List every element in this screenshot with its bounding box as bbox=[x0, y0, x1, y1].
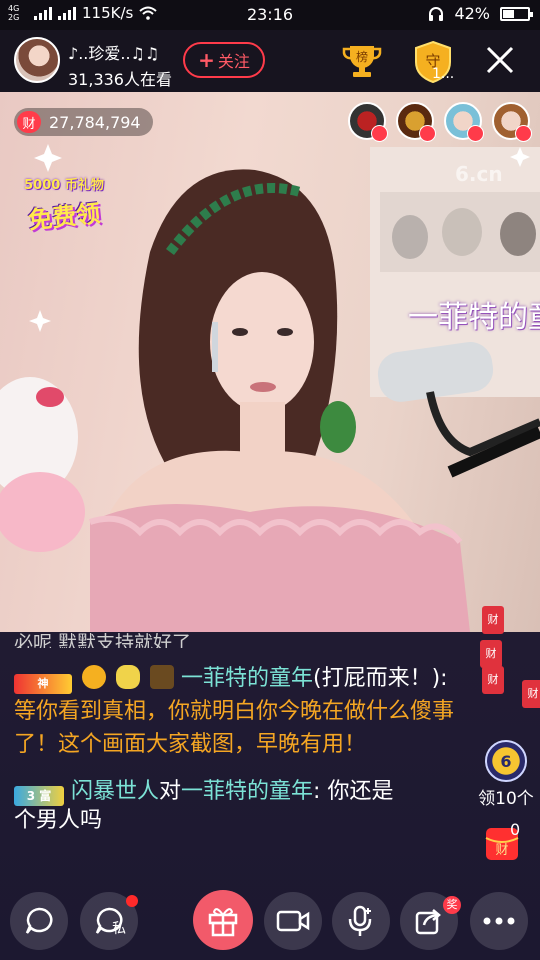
rank-trophy-icon[interactable]: 榜 bbox=[342, 42, 382, 80]
fan-avatar[interactable] bbox=[444, 102, 484, 142]
chat-target-name[interactable]: 一菲特的童年 bbox=[181, 779, 313, 804]
chat-message: 神 一菲特的童年(打屁而来！): 等你看到真相，你就明白你今晚在做什么傻事了！这… bbox=[14, 662, 454, 761]
status-right: 42% bbox=[428, 4, 533, 23]
plus-icon: + bbox=[198, 48, 215, 72]
chat-sender-suffix: (打屁而来！): bbox=[313, 666, 448, 691]
room-header: ♪..珍爱..♫♫ 31,336人在看 + 关注 榜 守 1... bbox=[0, 30, 540, 92]
wealth-counter[interactable]: 财 27,784,794 bbox=[14, 108, 153, 136]
camera-icon bbox=[276, 910, 310, 932]
follow-label: 关注 bbox=[217, 52, 250, 71]
chat-sender-name[interactable]: 闪暴世人 bbox=[71, 779, 159, 804]
status-bar: 4G 2G 115K/s 23:16 42% bbox=[0, 0, 540, 30]
notification-dot bbox=[126, 895, 138, 907]
chat-message: 3 富 闪暴世人对一菲特的童年: 你还是 bbox=[14, 775, 454, 808]
more-button[interactable] bbox=[470, 892, 528, 950]
scrolling-banner-text: 一菲特的童 bbox=[408, 300, 540, 335]
watermark-logo: 6.cn bbox=[455, 162, 503, 186]
battery-icon bbox=[500, 6, 533, 21]
redpack-label: 财 bbox=[495, 843, 508, 858]
chat-message-partial: 个男人吗 bbox=[14, 808, 103, 830]
close-icon[interactable] bbox=[484, 44, 516, 76]
floating-redpack[interactable]: 财 bbox=[482, 606, 504, 634]
viewer-count: 31,336人在看 bbox=[68, 70, 172, 89]
rank-label: 榜 bbox=[356, 49, 368, 64]
crown-icon bbox=[371, 125, 388, 142]
gift-button[interactable] bbox=[193, 890, 253, 950]
chat-sender-name[interactable]: 一菲特的童年 bbox=[181, 666, 313, 691]
level-badge-icon bbox=[150, 665, 174, 689]
chat-bubble-icon bbox=[25, 907, 53, 934]
receive-gift-button[interactable]: 6 领10个 bbox=[476, 740, 536, 809]
live-video[interactable]: 财 27,784,794 5000 币礼物 免费领 6.cn 一菲特的童 bbox=[0, 92, 540, 632]
fan-avatar[interactable] bbox=[396, 102, 436, 142]
headset-icon bbox=[429, 6, 444, 21]
wealth-value: 27,784,794 bbox=[49, 112, 141, 132]
host-avatar[interactable] bbox=[14, 37, 60, 83]
private-label: 私 bbox=[112, 921, 126, 937]
gift-icon bbox=[208, 908, 238, 937]
wealth-level-badge: 3 富 bbox=[14, 786, 64, 806]
floating-redpack[interactable]: 财 bbox=[522, 680, 540, 708]
follow-button[interactable]: + 关注 bbox=[183, 42, 265, 78]
top-fans bbox=[348, 102, 532, 142]
crown-icon bbox=[515, 125, 532, 142]
star-badge-icon bbox=[82, 665, 106, 689]
mic-button[interactable] bbox=[332, 892, 390, 950]
crown-icon bbox=[419, 125, 436, 142]
chat-list: 必呢 默默支持就好了 神 一菲特的童年(打屁而来！): 等你看到真相，你就明白你… bbox=[14, 632, 454, 830]
promo-top-text: 5000 币礼物 bbox=[24, 178, 104, 193]
guard-badge-icon bbox=[116, 665, 140, 689]
battery-percent: 42% bbox=[454, 4, 490, 23]
crown-icon bbox=[467, 125, 484, 142]
chat-text: 等你看到真相，你就明白你今晚在做什么傻事了！这个画面大家截图，早晚有用！ bbox=[14, 699, 455, 757]
chat-connector: 对 bbox=[159, 779, 182, 804]
free-gift-promo[interactable]: 5000 币礼物 免费领 bbox=[18, 174, 110, 238]
more-icon bbox=[483, 917, 515, 925]
wealth-icon: 财 bbox=[17, 111, 41, 133]
receive-label: 领10个 bbox=[478, 789, 534, 809]
video-button[interactable] bbox=[264, 892, 322, 950]
microphone-icon bbox=[348, 905, 372, 936]
promo-main-text: 免费领 bbox=[26, 199, 102, 235]
coin-icon: 6 bbox=[485, 740, 527, 782]
fan-avatar[interactable] bbox=[492, 102, 532, 142]
host-name[interactable]: ♪..珍爱..♫♫ bbox=[68, 40, 159, 64]
fan-avatar[interactable] bbox=[348, 102, 388, 142]
noble-badge: 神 bbox=[14, 674, 72, 694]
battery-fill bbox=[503, 9, 514, 18]
chat-button[interactable] bbox=[10, 892, 68, 950]
guard-count: 1... bbox=[432, 66, 455, 82]
share-icon bbox=[415, 909, 441, 935]
floating-redpack[interactable]: 财 bbox=[480, 640, 502, 668]
chat-message-partial: 必呢 默默支持就好了 bbox=[14, 632, 192, 648]
floating-redpack[interactable]: 财 bbox=[482, 666, 504, 694]
chat-text: : 你还是 bbox=[313, 779, 394, 804]
redpack-count: 0 bbox=[510, 820, 521, 839]
prize-badge: 奖 bbox=[443, 896, 461, 914]
